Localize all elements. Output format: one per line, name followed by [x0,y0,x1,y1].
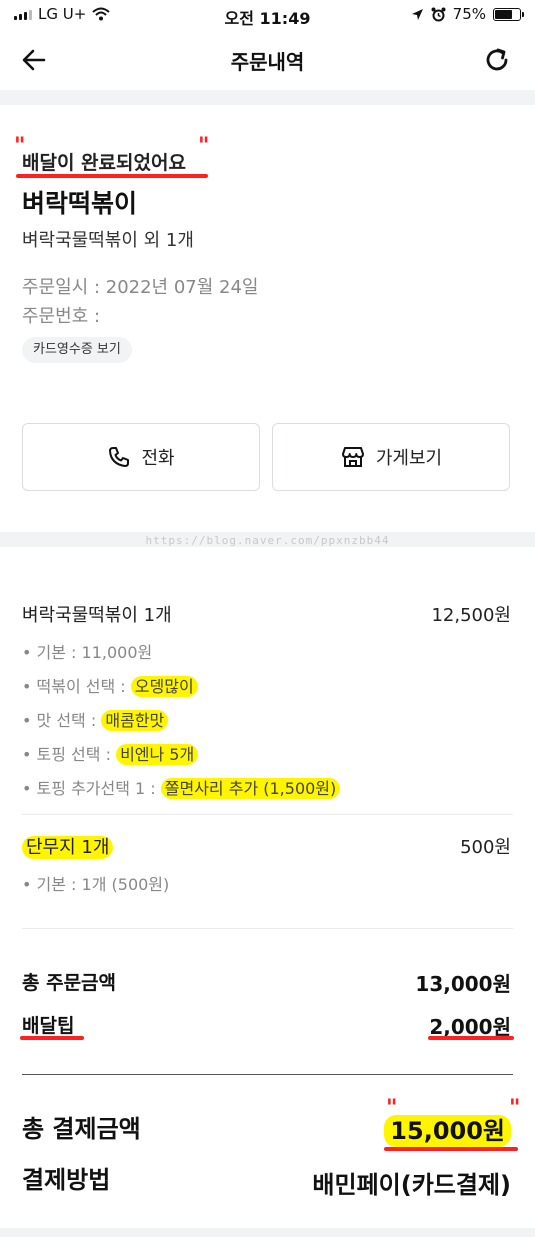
payment-total-highlight: 15,000원 [384,1115,511,1147]
annotation-underline [16,174,208,178]
section-gap [0,1228,535,1237]
item-option: • 토핑 추가선택 1 : 쫄면사리 추가 (1,500원) [22,775,341,799]
item-price: 12,500원 [431,605,511,626]
item-option: • 맛 선택 : 매콤한맛 [22,707,169,731]
item-name-highlight: 단무지 1개 [22,836,114,859]
payment-method-label: 결제방법 [22,1166,111,1194]
total-divider [22,1074,513,1075]
section-gap [0,90,535,105]
call-button[interactable]: 전화 [22,423,260,491]
battery-percent: 75% [452,5,486,23]
shop-name: 벼락떡볶이 [22,189,138,218]
alarm-icon [431,7,446,21]
order-total-label: 총 주문금액 [22,972,117,994]
refresh-button[interactable] [483,46,513,76]
option-label: 떡볶이 선택 : [36,677,131,696]
item-name: 단무지 1개 [22,833,114,859]
option-value: 오뎅많이 [130,676,198,697]
payment-total-label: 총 결제금액 [22,1115,141,1143]
refresh-icon [486,48,508,71]
store-button[interactable]: 가게보기 [272,423,510,491]
item-divider [22,814,513,815]
annotation-quote-mark: " [509,1096,521,1121]
item-option: • 토핑 선택 : 비엔나 5개 [22,741,199,765]
option-value: 쫄면사리 추가 (1,500원) [160,778,341,799]
page-title: 주문내역 [230,50,305,74]
annotation-quote-mark: " [198,134,210,159]
order-total-value: 13,000원 [415,972,511,996]
nav-bar: 주문내역 [0,32,535,90]
section-divider [22,928,513,929]
option-value: 비엔나 5개 [116,744,199,765]
store-label: 가게보기 [375,448,443,469]
option-label: 기본 : 11,000원 [36,643,153,662]
option-label: 기본 : 1개 (500원) [36,875,170,894]
option-label: 토핑 선택 : [36,745,117,764]
call-label: 전화 [141,448,175,469]
status-bar: LG U+ 오전 11:49 75% [0,0,535,32]
watermark: https://blog.naver.com/ppxnzbb44 [145,534,390,547]
status-bar-right: 75% [411,5,524,23]
location-icon [411,8,423,20]
annotation-underline [428,1036,514,1040]
payment-total-value: 15,000원 [384,1111,511,1147]
order-number: 주문번호 : [22,306,101,327]
order-date: 주문일시 : 2022년 07월 24일 [22,277,259,298]
store-icon [341,447,364,467]
item-option: • 기본 : 11,000원 [22,643,153,662]
item-option: • 기본 : 1개 (500원) [22,875,170,894]
item-price: 500원 [460,837,511,858]
option-label: 토핑 추가선택 1 : [36,779,161,798]
item-name: 벼락국물떡볶이 1개 [22,605,172,626]
item-option: • 떡볶이 선택 : 오뎅많이 [22,673,198,697]
payment-method-value: 배민페이(카드결제) [312,1171,511,1199]
phone-icon [109,447,130,467]
annotation-underline [20,1036,84,1040]
card-receipt-button[interactable]: 카드영수증 보기 [22,337,132,363]
menu-summary: 벼락국물떡볶이 외 1개 [22,230,194,251]
annotation-underline [384,1147,518,1151]
delivery-tip-label: 배달팁 [22,1015,75,1037]
battery-icon [493,7,524,21]
option-value: 매콤한맛 [101,710,169,731]
delivery-status: 배달이 완료되었어요 [22,152,186,174]
option-label: 맛 선택 : [36,711,102,730]
